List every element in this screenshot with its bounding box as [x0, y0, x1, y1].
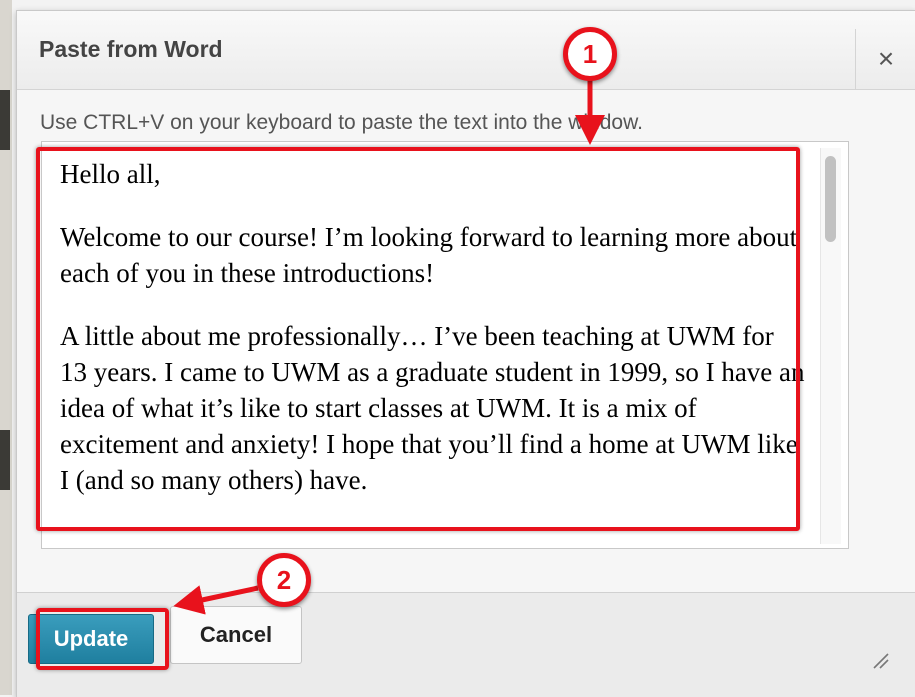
instruction-text: Use CTRL+V on your keyboard to paste the…: [40, 111, 643, 134]
dialog-title: Paste from Word: [39, 36, 223, 62]
close-button[interactable]: ×: [855, 29, 915, 89]
dialog-titlebar: Paste from Word ×: [17, 11, 915, 90]
step-2-callout: 2: [257, 553, 311, 607]
background-window-edge: [0, 0, 12, 695]
update-highlight-box: [36, 608, 169, 670]
scrollbar-thumb[interactable]: [825, 156, 836, 242]
cancel-button[interactable]: Cancel: [170, 606, 302, 664]
close-icon: ×: [877, 43, 895, 74]
editor-highlight-box: [36, 147, 800, 531]
editor-scrollbar[interactable]: [820, 148, 841, 544]
step-1-callout: 1: [563, 27, 617, 81]
resize-handle-icon[interactable]: [870, 650, 890, 670]
